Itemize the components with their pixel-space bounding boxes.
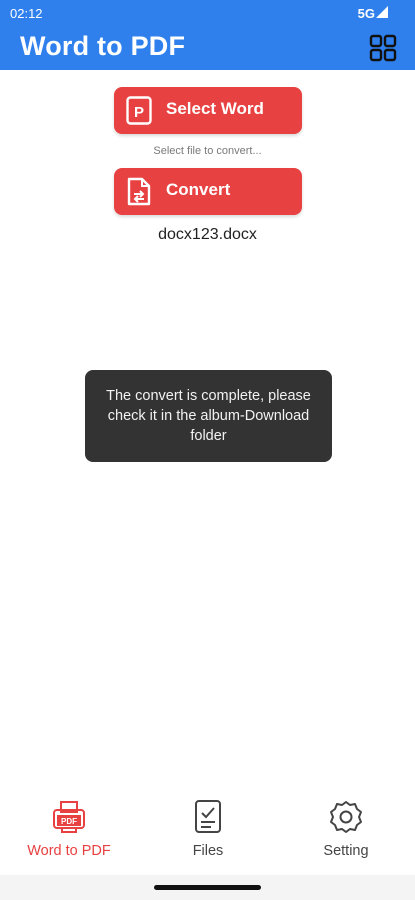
bottom-navigation: PDF Word to PDF Files Setting xyxy=(0,790,415,875)
system-nav-bar xyxy=(0,875,415,900)
convert-button[interactable]: Convert xyxy=(114,168,302,215)
pdf-printer-icon: PDF xyxy=(53,801,85,833)
toast-text: The convert is complete, please check it… xyxy=(106,388,311,444)
grid-icon[interactable] xyxy=(369,34,397,62)
status-time: 02:12 xyxy=(10,6,43,21)
app-title: Word to PDF xyxy=(20,31,186,61)
convert-label: Convert xyxy=(166,180,231,199)
status-bar: 02:12 5G xyxy=(0,0,415,26)
nav-word-to-pdf-label: Word to PDF xyxy=(27,843,111,859)
gear-icon xyxy=(330,801,362,833)
app-bar: Word to PDF xyxy=(0,26,415,70)
word-file-icon: P xyxy=(126,96,152,125)
convert-file-icon xyxy=(127,177,151,206)
svg-text:PDF: PDF xyxy=(61,817,77,826)
network-type: 5G xyxy=(357,6,375,21)
select-hint: Select file to convert... xyxy=(153,145,262,157)
files-icon xyxy=(195,800,221,833)
signal-icon xyxy=(376,6,388,18)
home-indicator[interactable] xyxy=(154,885,261,890)
selected-filename: docx123.docx xyxy=(158,226,257,243)
nav-files[interactable]: Files xyxy=(139,790,277,870)
select-word-label: Select Word xyxy=(166,99,264,118)
select-word-button[interactable]: P Select Word xyxy=(114,87,302,134)
nav-setting[interactable]: Setting xyxy=(277,790,415,870)
toast-message: The convert is complete, please check it… xyxy=(85,370,332,462)
nav-word-to-pdf[interactable]: PDF Word to PDF xyxy=(0,790,138,870)
svg-text:P: P xyxy=(134,104,144,121)
nav-setting-label: Setting xyxy=(323,843,369,859)
nav-files-label: Files xyxy=(192,843,224,859)
